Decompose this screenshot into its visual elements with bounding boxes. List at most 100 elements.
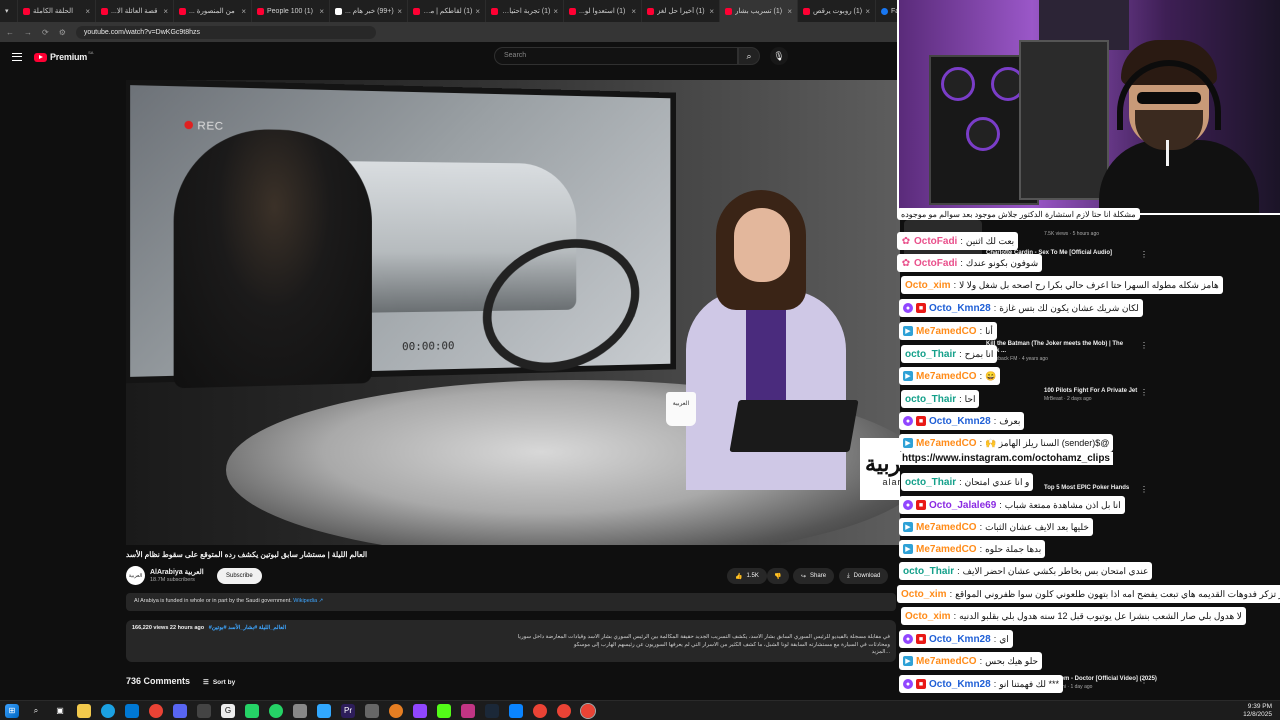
chat-username[interactable]: Octo_Jalale69: [929, 500, 996, 511]
browser-tab[interactable]: (1) تجربة احتياد... ×: [486, 0, 564, 22]
chat-username[interactable]: octo_Thair: [905, 349, 956, 360]
browser-tab[interactable]: الحلقة الكاملة ×: [18, 0, 96, 22]
close-tab-icon[interactable]: ×: [85, 7, 90, 16]
chat-username[interactable]: Me7amedCO: [916, 371, 977, 382]
chat-username[interactable]: OctoFadi: [914, 236, 957, 247]
forward-icon[interactable]: →: [24, 28, 32, 37]
chat-username[interactable]: Octo_Kmn28: [929, 634, 991, 645]
chat-username[interactable]: Me7amedCO: [916, 438, 977, 449]
close-tab-icon[interactable]: ×: [397, 7, 402, 16]
app-icon[interactable]: [509, 703, 523, 718]
download-button[interactable]: ⤓ Download: [839, 568, 889, 584]
menu-icon[interactable]: [12, 53, 22, 61]
description-box[interactable]: 166,220 views 22 hours ago #العالم_الليل…: [126, 620, 896, 662]
close-tab-icon[interactable]: ×: [631, 7, 636, 16]
close-tab-icon[interactable]: ×: [241, 7, 246, 16]
channel-avatar[interactable]: العربية: [126, 566, 145, 585]
subscribe-button[interactable]: Subscribe: [217, 568, 262, 584]
close-tab-icon[interactable]: ×: [553, 7, 558, 16]
browser-tab[interactable]: (1) روبوت يرقص ×: [798, 0, 876, 22]
tab-list-button[interactable]: ▾: [0, 0, 18, 22]
chrome-icon[interactable]: [580, 702, 596, 719]
kick-icon[interactable]: [437, 703, 451, 718]
premiere-icon[interactable]: Pr: [341, 703, 355, 718]
search-taskbar-button[interactable]: ⌕: [29, 704, 43, 718]
like-button[interactable]: 👍 1.5K: [727, 568, 767, 584]
reload-icon[interactable]: ⟳: [42, 28, 49, 37]
app-icon[interactable]: [245, 703, 259, 718]
app-icon[interactable]: G: [221, 703, 235, 718]
close-tab-icon[interactable]: ×: [475, 7, 480, 16]
browser-tab[interactable]: قصة العائلة الا... ×: [96, 0, 174, 22]
channel-name[interactable]: AlArabiya العربية: [150, 568, 204, 576]
app-icon[interactable]: [197, 703, 211, 718]
channel-watermark: العربية alara: [860, 438, 900, 500]
app-icon[interactable]: [461, 703, 475, 718]
chat-username[interactable]: octo_Thair: [905, 394, 956, 405]
chat-username[interactable]: Me7amedCO: [916, 522, 977, 533]
share-label: Share: [810, 573, 827, 579]
youtube-logo-icon[interactable]: [34, 52, 47, 62]
site-info-icon[interactable]: ⚙: [59, 28, 66, 37]
chrome-icon[interactable]: [557, 703, 571, 718]
chrome-icon[interactable]: [533, 703, 547, 718]
tab-title: (1) لقاطكم | ما...: [423, 8, 473, 15]
close-tab-icon[interactable]: ×: [709, 7, 714, 16]
browser-tab[interactable]: (1) 100 People ×: [252, 0, 330, 22]
video-player[interactable]: REC 00:00:00 العربية العربية alara: [126, 80, 900, 545]
chat-username[interactable]: Octo_Kmn28: [929, 416, 991, 427]
search-input[interactable]: Search: [494, 47, 738, 65]
sort-by-button[interactable]: ☰ Sort by: [203, 678, 235, 687]
discord-icon[interactable]: [173, 703, 187, 718]
share-button[interactable]: ↪ Share: [793, 568, 835, 584]
chat-text: هامز شكله مطوله السهرا حتا اعرف حالي بكر…: [959, 279, 1219, 290]
edge-icon[interactable]: [101, 703, 115, 718]
dislike-button[interactable]: 👎: [767, 568, 789, 584]
app-icon[interactable]: [365, 703, 379, 718]
steam-icon[interactable]: [485, 703, 499, 718]
chat-username[interactable]: Octo_Kmn28: [929, 303, 991, 314]
start-button[interactable]: ⊞: [5, 703, 19, 718]
close-tab-icon[interactable]: ×: [163, 7, 168, 16]
description-more[interactable]: ...المزيد: [132, 649, 890, 657]
gift-badge-icon: ■: [916, 500, 926, 510]
chat-username[interactable]: OctoFadi: [914, 258, 957, 269]
app-icon[interactable]: [389, 703, 403, 718]
close-tab-icon[interactable]: ×: [787, 7, 792, 16]
system-clock[interactable]: 9:39 PM 12/8/2025: [1243, 703, 1272, 719]
task-view-button[interactable]: ▣: [53, 704, 67, 718]
chat-username[interactable]: octo_Thair: [903, 566, 954, 577]
chat-username[interactable]: Octo_Kmn28: [929, 679, 991, 690]
close-tab-icon[interactable]: ×: [319, 7, 324, 16]
chat-username[interactable]: Me7amedCO: [916, 544, 977, 555]
chat-username[interactable]: Me7amedCO: [916, 326, 977, 337]
chat-link[interactable]: https://www.instagram.com/octohamz_clips: [899, 452, 1113, 465]
youtube-logo-text[interactable]: Premium: [50, 52, 87, 62]
app-icon[interactable]: [293, 703, 307, 718]
close-tab-icon[interactable]: ×: [865, 7, 870, 16]
youtube-favicon-icon: [569, 7, 576, 15]
chrome-icon[interactable]: [149, 703, 163, 718]
outlook-icon[interactable]: [125, 703, 139, 718]
browser-tab[interactable]: (1) أخيرا حل لغز ×: [642, 0, 720, 22]
browser-tab[interactable]: (1) استعدوا لو... ×: [564, 0, 642, 22]
browser-tab[interactable]: من المنصورة ... ×: [174, 0, 252, 22]
whatsapp-icon[interactable]: [269, 703, 283, 718]
back-icon[interactable]: ←: [6, 28, 14, 37]
file-explorer-icon[interactable]: [77, 703, 91, 718]
browser-tab[interactable]: (1) تسريب بشار ×: [720, 0, 798, 22]
chat-username[interactable]: Octo_xim: [905, 611, 951, 622]
wikipedia-link[interactable]: Wikipedia ↗: [293, 598, 323, 604]
voice-search-button[interactable]: 🎙: [770, 47, 788, 65]
browser-tab[interactable]: (+99) خبر هام ... ×: [330, 0, 408, 22]
chat-username[interactable]: Me7amedCO: [916, 656, 977, 667]
hashtags[interactable]: #العالم_الليلة #بشار_الأسد #بوتين: [209, 625, 286, 631]
chat-username[interactable]: Octo_xim: [901, 589, 947, 600]
browser-tab[interactable]: (1) لقاطكم | ما... ×: [408, 0, 486, 22]
url-field[interactable]: youtube.com/watch?v=DwKGc9t8hzs: [75, 25, 376, 39]
search-button[interactable]: ⌕: [738, 47, 760, 65]
chat-username[interactable]: Octo_xim: [905, 280, 951, 291]
twitch-icon[interactable]: [413, 703, 427, 718]
chat-username[interactable]: octo_Thair: [905, 477, 956, 488]
photoshop-icon[interactable]: [317, 703, 331, 718]
